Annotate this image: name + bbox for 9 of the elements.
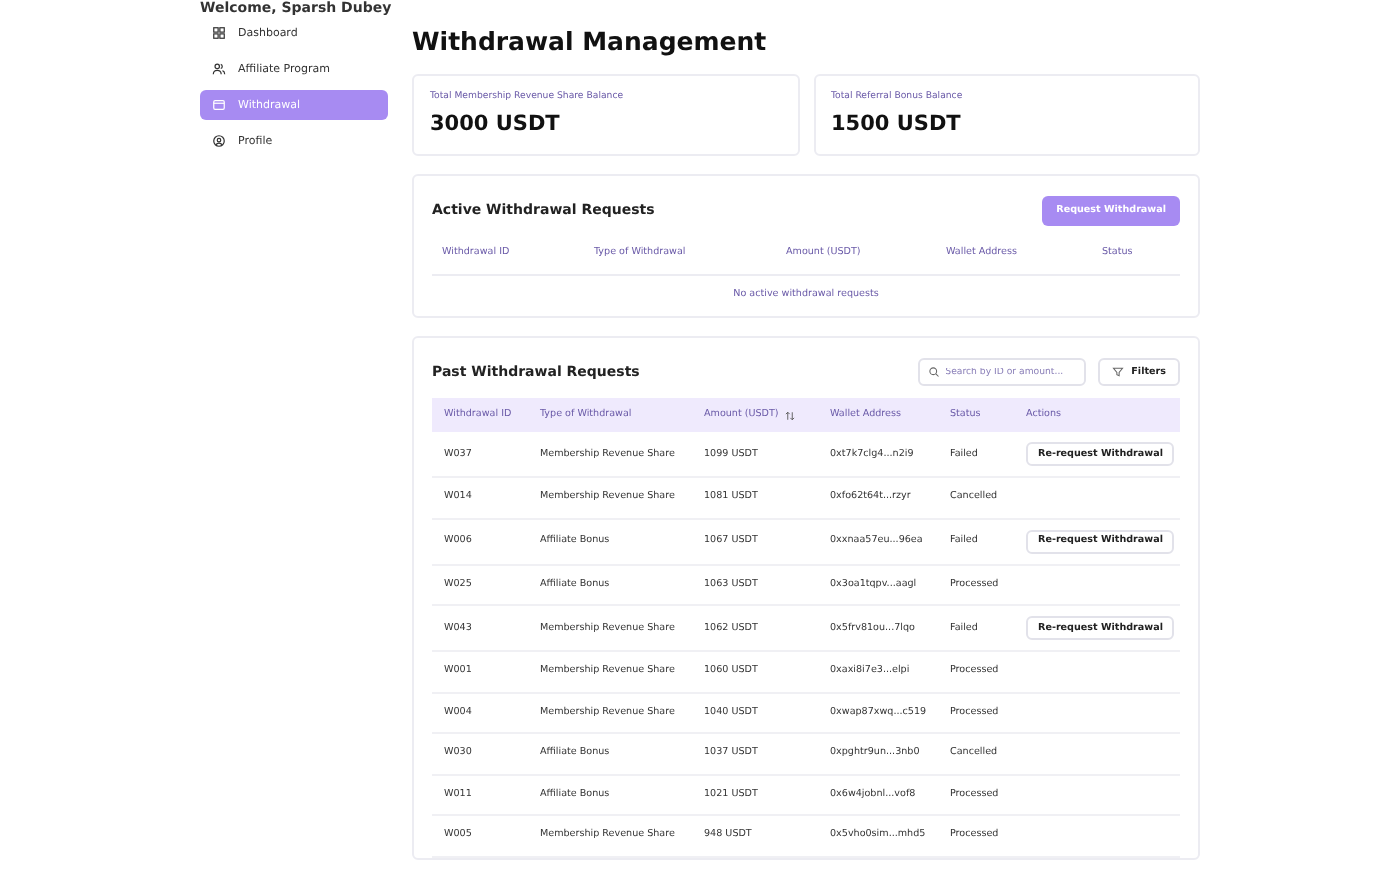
user-circle-icon bbox=[212, 134, 226, 148]
grid-icon bbox=[212, 26, 226, 40]
balance-value: 3000 USDT bbox=[430, 112, 562, 136]
search-icon bbox=[927, 366, 940, 378]
card-icon bbox=[212, 98, 226, 112]
funnel-icon bbox=[1111, 366, 1124, 378]
balance-value: 1500 USDT bbox=[831, 112, 963, 136]
page-title: Withdrawal Management bbox=[412, 26, 769, 56]
users-icon bbox=[212, 62, 226, 76]
